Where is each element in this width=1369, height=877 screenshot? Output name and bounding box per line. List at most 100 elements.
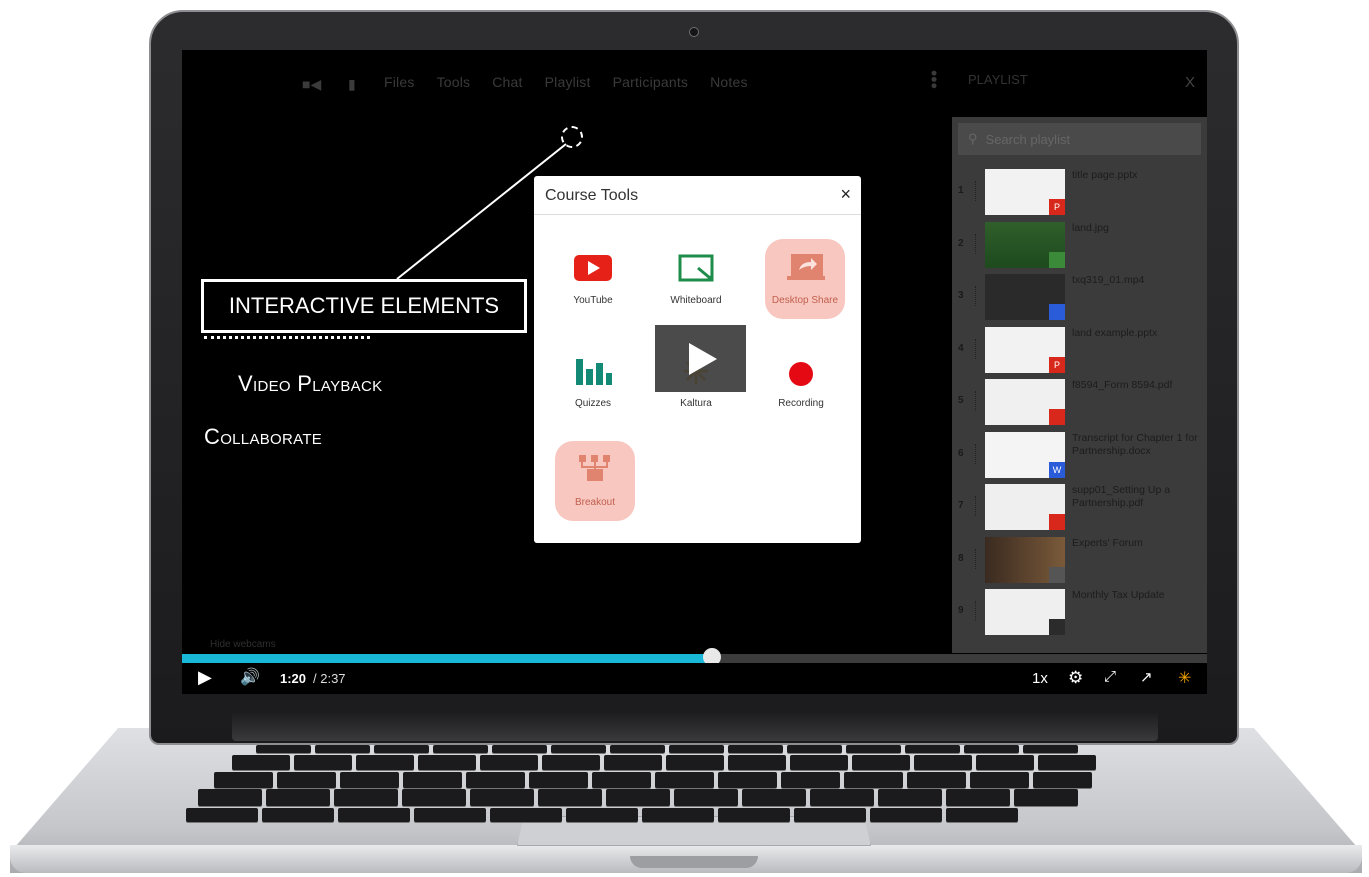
keyboard-key — [970, 772, 1029, 788]
keyboard-row — [232, 755, 1096, 770]
keyboard-key — [976, 755, 1034, 770]
close-icon[interactable]: X — [1185, 74, 1195, 91]
keyboard-key — [610, 745, 665, 753]
nav-item-notes[interactable]: Notes — [710, 74, 748, 90]
progress-bar[interactable] — [182, 654, 1207, 663]
more-options-icon[interactable]: ••• — [924, 70, 944, 89]
play-icon[interactable]: ▶ — [198, 667, 212, 688]
slide-box-heading: INTERACTIVE ELEMENTS — [201, 279, 527, 333]
file-type-icon: P — [1049, 356, 1065, 373]
drag-handle-icon[interactable] — [975, 391, 977, 411]
drag-handle-icon[interactable] — [975, 548, 977, 569]
search-input[interactable]: ⚲ Search playlist — [958, 123, 1201, 155]
tool-label: Recording — [778, 398, 824, 409]
volume-icon[interactable]: 🔊 — [240, 667, 260, 687]
control-bar: ▶ 🔊 1:20 / 2:37 1x ⚙ ⤢ ↗ ✳ — [182, 663, 1207, 694]
slide-dotted-underline — [204, 336, 370, 339]
nav-item-participants[interactable]: Participants — [613, 74, 689, 90]
playlist-item[interactable]: 1 Ptitle page.pptx — [952, 167, 1207, 219]
keyboard-key — [266, 789, 330, 806]
drag-handle-icon[interactable] — [975, 286, 977, 306]
tool-desktop-share[interactable]: Desktop Share — [765, 239, 845, 319]
keyboard-key — [262, 808, 334, 822]
keyboard-key — [566, 808, 638, 822]
playlist-item-thumbnail — [985, 589, 1065, 635]
playlist-item[interactable]: 8 Experts' Forum — [952, 535, 1207, 587]
playlist-item-thumbnail — [985, 221, 1065, 268]
playlist-item-number: 3 — [958, 290, 964, 301]
drag-handle-icon[interactable] — [975, 181, 977, 201]
tool-label: Quizzes — [574, 398, 612, 409]
drag-handle-icon[interactable] — [975, 601, 977, 621]
fullscreen-icon[interactable]: ⤢ — [1104, 668, 1116, 685]
keyboard-key — [470, 789, 534, 806]
kaltura-logo-icon[interactable]: ✳ — [1178, 668, 1191, 688]
keyboard-key — [642, 808, 714, 822]
playback-speed-button[interactable]: 1x — [1032, 670, 1048, 687]
keyboard-key — [946, 808, 1018, 822]
record-icon — [781, 354, 821, 388]
keyboard-key — [728, 755, 786, 770]
keyboard-key — [256, 745, 311, 753]
drag-handle-icon[interactable] — [975, 338, 977, 359]
playlist-item[interactable]: 3 txq319_01.mp4 — [952, 272, 1207, 324]
progress-bar-fill — [182, 654, 711, 663]
keyboard-row — [198, 789, 1078, 806]
keyboard-row — [186, 808, 1018, 822]
playlist-item-name: f8594_Form 8594.pdf — [1072, 379, 1173, 391]
playlist-item[interactable]: 5 f8594_Form 8594.pdf — [952, 377, 1207, 429]
keyboard-key — [846, 745, 901, 753]
playlist-item-thumbnail: W — [985, 431, 1065, 478]
file-type-icon — [1049, 409, 1065, 425]
playlist-item[interactable]: 7 supp01_Setting Up a Partnership.pdf — [952, 482, 1207, 534]
playlist-item-name: land example.pptx — [1072, 326, 1158, 339]
playlist-item-number: 1 — [958, 185, 964, 196]
close-icon[interactable]: × — [840, 184, 851, 205]
drag-handle-icon[interactable] — [975, 233, 977, 254]
keyboard-key — [492, 745, 547, 753]
playlist-item-name: land.jpg — [1072, 221, 1109, 234]
duration: / 2:37 — [313, 671, 346, 686]
play-button-overlay[interactable] — [655, 325, 746, 392]
expand-icon[interactable]: ↗ — [1140, 668, 1153, 686]
keyboard-key — [186, 808, 258, 822]
playlist-item[interactable]: 2 land.jpg — [952, 220, 1207, 272]
playlist-item[interactable]: 6 W Transcript for Chapter 1 for Partnersh… — [952, 430, 1207, 482]
drag-handle-icon[interactable] — [975, 496, 977, 516]
playlist-item[interactable]: 9 Monthly Tax Update — [952, 587, 1207, 639]
playlist-item-number: 9 — [958, 605, 964, 616]
hide-webcams-link[interactable]: Hide webcams — [210, 639, 276, 650]
file-type-icon — [1049, 304, 1065, 320]
keyboard-key — [529, 772, 588, 788]
keyboard-key — [781, 772, 840, 788]
keyboard-key — [844, 772, 903, 788]
keyboard-key — [538, 789, 602, 806]
file-type-icon — [1049, 566, 1065, 583]
keyboard-key — [232, 755, 290, 770]
tool-label: Breakout — [574, 497, 616, 508]
keyboard-key — [214, 772, 273, 788]
drag-handle-icon[interactable] — [975, 443, 977, 464]
keyboard-key — [466, 772, 525, 788]
keyboard-key — [356, 755, 414, 770]
tool-youtube[interactable]: YouTube — [553, 239, 633, 319]
gear-icon[interactable]: ⚙ — [1068, 668, 1083, 688]
quizzes-icon — [573, 354, 613, 388]
keyboard-key — [433, 745, 488, 753]
tool-quizzes[interactable]: Quizzes — [553, 342, 633, 422]
tool-breakout[interactable]: Breakout — [555, 441, 635, 521]
keyboard-key — [294, 755, 352, 770]
webcam-icon — [689, 27, 699, 37]
playlist-item-name: Transcript for Chapter 1 for Partnership… — [1072, 431, 1198, 457]
tool-label: Whiteboard — [670, 295, 722, 306]
tool-whiteboard[interactable]: Whiteboard — [656, 239, 736, 319]
keyboard-key — [946, 789, 1010, 806]
file-type-icon — [1049, 251, 1065, 268]
tool-recording[interactable]: Recording — [761, 342, 841, 422]
playlist-item[interactable]: 4 Pland example.pptx — [952, 325, 1207, 377]
keyboard-key — [277, 772, 336, 788]
breakout-icon — [575, 453, 615, 487]
playlist-item-number: 7 — [958, 500, 964, 511]
keyboard-key — [374, 745, 429, 753]
tool-label: Kaltura — [680, 398, 712, 409]
